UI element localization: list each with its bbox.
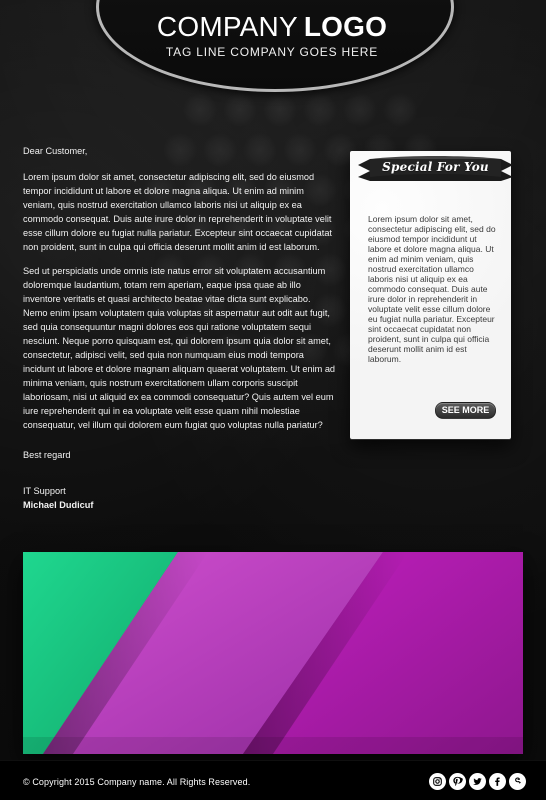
- special-title: Special For You: [382, 160, 489, 174]
- facebook-icon[interactable]: [489, 773, 506, 790]
- pinterest-icon[interactable]: [449, 773, 466, 790]
- twitter-icon[interactable]: [469, 773, 486, 790]
- special-body: Lorem ipsum dolor sit amet, consectetur …: [368, 214, 496, 364]
- hero-banner: [23, 552, 523, 754]
- instagram-icon[interactable]: [429, 773, 446, 790]
- sign-off: Best regard: [23, 450, 71, 460]
- brand-block: COMPANY LOGO TAG LINE COMPANY GOES HERE: [96, 12, 448, 60]
- see-more-button[interactable]: SEE MORE: [435, 402, 496, 419]
- tagline: TAG LINE COMPANY GOES HERE: [165, 45, 379, 59]
- footer: © Copyright 2015 Company name. All Right…: [0, 760, 546, 800]
- signature-title: IT Support: [23, 486, 66, 496]
- brand-logo: LOGO: [303, 11, 388, 42]
- signature: IT Support Michael Dudicuf: [23, 484, 337, 512]
- brand-company: COMPANY: [156, 11, 298, 42]
- google-plus-icon[interactable]: [509, 773, 526, 790]
- greeting: Dear Customer,: [23, 146, 88, 156]
- email-template: COMPANY LOGO TAG LINE COMPANY GOES HERE D…: [0, 0, 546, 800]
- copyright-text: © Copyright 2015 Company name. All Right…: [23, 777, 251, 787]
- paragraph-1: Lorem ipsum dolor sit amet, consectetur …: [23, 172, 332, 252]
- brand-name: COMPANY LOGO: [96, 12, 448, 42]
- letter: Dear Customer, Lorem ipsum dolor sit ame…: [23, 144, 337, 512]
- social-links: [429, 773, 526, 791]
- paragraph-2: Sed ut perspiciatis unde omnis iste natu…: [23, 266, 336, 430]
- signature-name: Michael Dudicuf: [23, 500, 94, 510]
